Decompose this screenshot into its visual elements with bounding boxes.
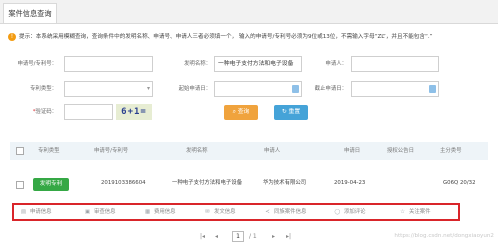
col-app-no: 申请号/专利号 — [94, 148, 129, 154]
star-icon: ☆ — [400, 209, 405, 215]
action-follow-case[interactable]: ☆ 关注案件 — [399, 205, 431, 219]
share-icon: ≺ — [265, 209, 270, 215]
cell-applicant: 华为技术有限公司 — [263, 180, 307, 186]
patent-type-badge: 发明专利 — [33, 178, 69, 191]
action-review-info[interactable]: ▣ 审查信息 — [84, 205, 116, 219]
last-page-icon[interactable]: ▸| — [286, 231, 291, 243]
col-title: 发明名称 — [186, 148, 208, 154]
tab-bar: 案件信息查询 — [0, 0, 498, 24]
action-fee-info[interactable]: ▦ 费用信息 — [144, 205, 176, 219]
first-page-icon[interactable]: |◂ — [200, 231, 205, 243]
info-icon: ! — [8, 32, 16, 41]
end-date-input[interactable] — [351, 81, 439, 97]
start-date-label: 起始申请日： — [178, 86, 211, 92]
end-date-label: 截止申请日： — [314, 86, 347, 92]
refresh-icon: ↻ — [281, 109, 289, 115]
tab-case-query[interactable]: 案件信息查询 — [3, 3, 57, 23]
cell-app-no[interactable]: 2019103386604 — [101, 178, 146, 188]
cell-title: 一种电子支付方法和电子设备 — [172, 180, 243, 186]
page-total: / 1 — [249, 233, 257, 240]
case-actions-bar: ▤ 申请信息 ▣ 审查信息 ▦ 费用信息 ✉ 发文信息 ≺ 同族案件信息 ◯ 添加评论 ☆ 关… — [12, 203, 460, 221]
mail-icon: ✉ — [205, 209, 210, 215]
col-date: 申请日 — [344, 148, 361, 154]
comment-icon: ◯ — [334, 209, 341, 215]
table-header: 专利类型 申请号/专利号 发明名称 申请人 申请日 授权公告日 主分类号 — [10, 142, 488, 160]
page-input[interactable]: 1 — [232, 231, 244, 242]
captcha-input[interactable] — [64, 104, 113, 120]
col-grant-date: 授权公告日 — [387, 148, 414, 154]
col-type: 专利类型 — [38, 148, 60, 154]
type-select[interactable]: ▾ — [64, 81, 153, 97]
chevron-down-icon: ▾ — [146, 85, 150, 92]
next-page-icon[interactable]: ▸ — [272, 231, 275, 243]
notice-bar: ! 提示：本系统采用模糊查询，查询条件中的发明名称、申请号、申请人三者必须填一个，… — [0, 28, 498, 46]
action-add-comment[interactable]: ◯ 添加评论 — [334, 205, 365, 219]
cell-class: G06Q 20/32 — [443, 180, 476, 186]
reset-button[interactable]: ↻ 重置 — [274, 105, 308, 120]
action-family-info[interactable]: ≺ 同族案件信息 — [264, 205, 306, 219]
search-button[interactable]: ⌕ 查询 — [224, 105, 258, 120]
calendar-icon[interactable] — [429, 85, 436, 93]
app-no-label: 申请号/专利号： — [17, 61, 57, 67]
row-checkbox[interactable] — [16, 181, 24, 189]
applicant-input[interactable] — [351, 56, 439, 72]
applicant-label: 申请人： — [325, 61, 347, 67]
select-all-checkbox[interactable] — [16, 147, 24, 155]
captcha-label: *验证码： — [32, 109, 57, 115]
action-notice-info[interactable]: ✉ 发文信息 — [204, 205, 235, 219]
notice-text: 提示：本系统采用模糊查询，查询条件中的发明名称、申请号、申请人三者必须填一个， … — [19, 34, 433, 40]
calendar-icon[interactable] — [292, 85, 299, 93]
captcha-image[interactable]: 6+1= — [116, 104, 152, 120]
prev-page-icon[interactable]: ◂ — [215, 231, 218, 243]
type-label: 专利类型： — [30, 86, 57, 92]
title-label: 发明名称： — [184, 61, 211, 67]
col-applicant: 申请人 — [264, 148, 281, 154]
start-date-input[interactable] — [214, 81, 302, 97]
calendar-icon: ▦ — [144, 209, 151, 215]
title-input[interactable]: 一种电子支付方法和电子设备 — [214, 56, 302, 72]
app-no-input[interactable] — [64, 56, 153, 72]
cell-date: 2019-04-23 — [334, 180, 366, 186]
col-class: 主分类号 — [440, 148, 462, 154]
document-icon: ▤ — [20, 209, 27, 215]
image-icon: ▣ — [84, 209, 91, 215]
action-application-info[interactable]: ▤ 申请信息 — [20, 205, 52, 219]
watermark: https://blog.csdn.net/dongxiaoyun2 — [394, 233, 494, 239]
